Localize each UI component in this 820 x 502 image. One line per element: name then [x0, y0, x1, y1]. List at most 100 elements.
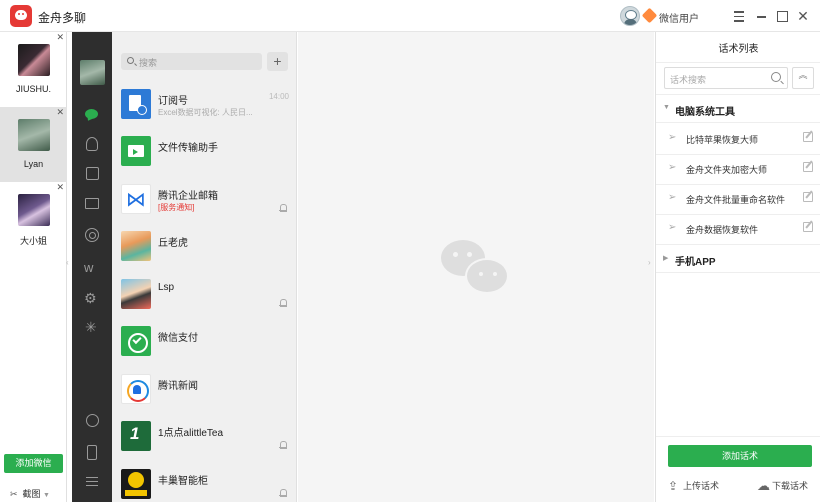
list-item[interactable]: 1点点alittleTea [112, 414, 296, 462]
favorites-icon[interactable] [86, 167, 99, 180]
conv-preview: Excel数据可视化: 人民日... [158, 108, 253, 117]
close-account-icon[interactable]: ✕ [56, 182, 64, 193]
close-account-icon[interactable]: ✕ [56, 32, 64, 43]
divider [656, 94, 820, 95]
chat-list: 搜索 + 订阅号 Excel数据可视化: 人民日... 14:00 文件传输助手… [112, 32, 297, 502]
tea-brand-icon [121, 421, 151, 451]
folder-icon[interactable] [85, 198, 99, 209]
screenshot-button[interactable]: ✂ 截图 ▼ [10, 487, 50, 500]
panel-toggle-handle[interactable]: › [648, 258, 651, 267]
account-item[interactable]: JIUSHU. ✕ [0, 32, 67, 107]
category-label: 电脑系统工具 [675, 107, 735, 118]
close-icon[interactable]: ✕ [793, 6, 813, 26]
collapsed-arrow-icon: ▶ [663, 255, 669, 262]
add-wechat-button[interactable]: 添加微信 [4, 454, 63, 473]
contacts-icon[interactable] [86, 137, 98, 151]
search-input[interactable]: 搜索 [121, 53, 262, 70]
script-label: 金舟文件批量重命名软件 [686, 195, 786, 205]
account-sidebar: JIUSHU. ✕ Lyan ✕ 大小姐 ✕ 添加微信 ✂ 截图 ▼ [0, 32, 67, 502]
avatar [18, 194, 50, 226]
self-avatar[interactable] [80, 60, 105, 85]
send-icon[interactable]: ➢ [668, 223, 678, 233]
list-item[interactable]: 腾讯新闻 [112, 367, 296, 415]
account-name: 大小姐 [19, 236, 47, 246]
script-item[interactable]: ➢ 金舟文件夹加密大师 [656, 154, 820, 184]
maximize-icon[interactable] [772, 6, 792, 26]
list-item[interactable]: 微信支付 [112, 319, 296, 367]
category-header[interactable]: ▼ 电脑系统工具 [656, 96, 820, 122]
category-header[interactable]: ▶ 手机APP [656, 246, 820, 272]
add-button[interactable]: + [267, 52, 288, 71]
conv-title: 腾讯企业邮箱 [158, 191, 218, 202]
script-item[interactable]: ➢ 比特苹果恢复大师 [656, 124, 820, 154]
add-script-button[interactable]: 添加话术 [668, 445, 812, 467]
script-panel: 话术列表 话术搜索 ︽ ▼ 电脑系统工具 ➢ 比特苹果恢复大师 ➢ 金舟文件夹加… [655, 32, 820, 502]
menu-icon[interactable] [729, 6, 749, 26]
account-item[interactable]: 大小姐 ✕ [0, 182, 67, 257]
user-avatar[interactable] [620, 6, 640, 26]
phone-icon[interactable] [87, 445, 97, 460]
subscription-icon [121, 89, 151, 119]
chat-pane [298, 32, 654, 502]
upload-label: 上传话术 [683, 481, 720, 491]
close-account-icon[interactable]: ✕ [56, 107, 64, 118]
list-item[interactable]: 腾讯企业邮箱 [服务通知] [112, 177, 296, 225]
upload-scripts-button[interactable]: 上传话术 [668, 479, 720, 493]
mute-bell-icon [279, 441, 287, 449]
list-item[interactable]: 丘老虎 [112, 224, 296, 272]
channels-icon[interactable]: ᴡ [84, 261, 100, 277]
edit-icon[interactable] [803, 162, 813, 172]
gear-icon[interactable]: ⚙ [84, 291, 100, 307]
list-item[interactable]: 订阅号 Excel数据可视化: 人民日... 14:00 [112, 82, 296, 130]
minimize-icon[interactable] [752, 6, 772, 26]
category-label: 手机APP [675, 257, 716, 268]
collapse-all-button[interactable]: ︽ [792, 67, 814, 89]
account-name: Lyan [23, 159, 44, 169]
chevron-down-icon: ▼ [43, 492, 50, 499]
script-search-placeholder: 话术搜索 [670, 75, 707, 85]
script-label: 金舟数据恢复软件 [686, 225, 759, 235]
moments-icon[interactable] [85, 228, 99, 242]
exmail-icon [121, 184, 151, 214]
cloud-download-icon [757, 478, 770, 494]
search-icon[interactable] [771, 72, 781, 82]
edit-icon[interactable] [803, 222, 813, 232]
conv-title: 文件传输助手 [158, 143, 218, 154]
mute-bell-icon [279, 204, 287, 212]
mute-bell-icon [279, 489, 287, 497]
more-menu-icon[interactable] [86, 477, 98, 487]
download-scripts-button[interactable]: 下载话术 [757, 478, 809, 494]
list-item[interactable]: 丰巢智能柜 [112, 462, 296, 502]
list-item[interactable]: 文件传输助手 [112, 129, 296, 177]
edit-icon[interactable] [803, 132, 813, 142]
conv-preview: [服务通知] [158, 203, 195, 212]
collapse-handle[interactable]: ‹ [66, 258, 69, 267]
send-icon[interactable]: ➢ [668, 193, 678, 203]
script-label: 比特苹果恢复大师 [686, 135, 759, 145]
mute-bell-icon [279, 299, 287, 307]
script-item[interactable]: ➢ 金舟文件批量重命名软件 [656, 184, 820, 214]
account-item-active[interactable]: Lyan ✕ [0, 107, 67, 182]
avatar [18, 44, 50, 76]
chat-icon[interactable] [84, 107, 100, 123]
conv-title: Lsp [158, 282, 175, 293]
send-icon[interactable]: ➢ [668, 163, 678, 173]
edit-icon[interactable] [803, 192, 813, 202]
user-label[interactable]: 微信用户 [659, 10, 699, 25]
expand-arrow-icon: ▼ [663, 104, 670, 111]
avatar [121, 231, 151, 261]
file-transfer-icon [121, 136, 151, 166]
download-label: 下载话术 [772, 481, 809, 491]
avatar [121, 279, 151, 309]
list-item[interactable]: Lsp [112, 272, 296, 320]
search-star-icon[interactable]: ✳ [85, 320, 101, 336]
script-search-input[interactable]: 话术搜索 [664, 67, 788, 89]
script-item[interactable]: ➢ 金舟数据恢复软件 [656, 214, 820, 244]
divider [656, 436, 820, 437]
conv-title: 丘老虎 [158, 238, 188, 249]
send-icon[interactable]: ➢ [668, 133, 678, 143]
search-icon [127, 57, 134, 64]
conv-time: 14:00 [268, 92, 289, 101]
mini-program-icon[interactable] [86, 414, 99, 427]
app-logo-icon [10, 5, 32, 27]
